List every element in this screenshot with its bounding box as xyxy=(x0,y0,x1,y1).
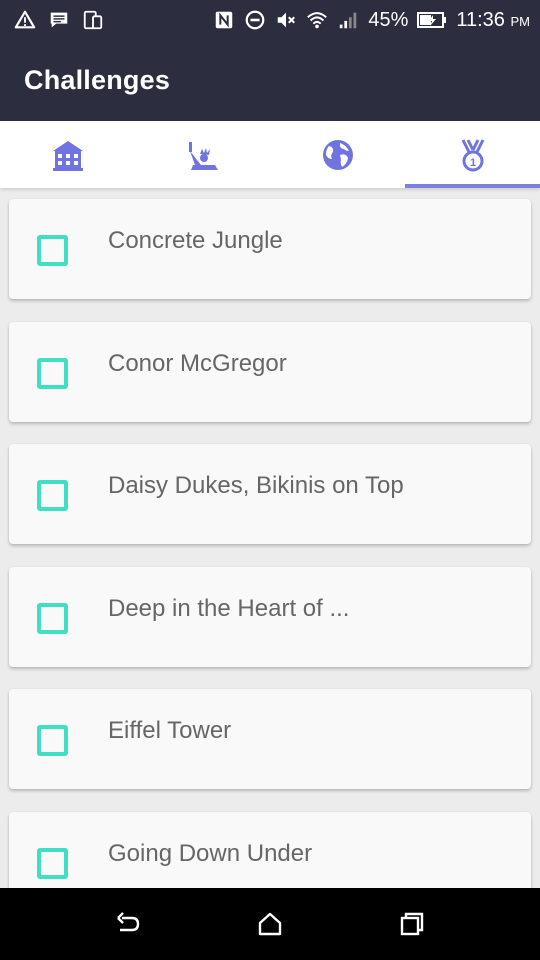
clock-ampm: PM xyxy=(510,13,531,29)
recents-button[interactable] xyxy=(341,910,483,938)
device-icon xyxy=(82,9,104,31)
battery-percent: 45% xyxy=(368,8,409,31)
tab-world[interactable] xyxy=(270,121,405,188)
tab-landmarks[interactable] xyxy=(135,121,270,188)
challenge-label: Eiffel Tower xyxy=(108,717,232,744)
challenge-checkbox[interactable] xyxy=(37,358,68,389)
challenge-card[interactable]: Eiffel Tower xyxy=(9,689,531,789)
home-icon xyxy=(258,912,282,936)
globe-icon xyxy=(322,139,353,170)
medal-icon: 1 xyxy=(461,138,484,171)
challenge-checkbox[interactable] xyxy=(37,235,68,266)
alert-icon xyxy=(14,9,36,31)
back-button[interactable] xyxy=(57,910,199,938)
challenge-label: Conor McGregor xyxy=(108,350,287,377)
challenge-checkbox[interactable] xyxy=(37,725,68,756)
challenge-card[interactable]: Conor McGregor xyxy=(9,322,531,422)
signal-icon xyxy=(337,9,359,31)
clock: 11:36 PM xyxy=(456,9,530,32)
statue-of-liberty-icon xyxy=(188,141,218,170)
challenge-card[interactable]: Going Down Under xyxy=(9,812,531,888)
page-title: Challenges xyxy=(24,65,171,95)
system-nav-bar xyxy=(0,888,540,960)
dnd-icon xyxy=(244,9,266,31)
challenge-label: Daisy Dukes, Bikinis on Top xyxy=(108,472,404,499)
nfc-icon xyxy=(213,9,235,31)
clock-time: 11:36 xyxy=(456,8,505,31)
message-icon xyxy=(48,9,70,31)
tab-achievements[interactable]: 1 xyxy=(405,121,540,188)
challenge-label: Going Down Under xyxy=(108,840,313,867)
challenge-checkbox[interactable] xyxy=(37,480,68,511)
recents-icon xyxy=(400,912,424,936)
tab-buildings[interactable] xyxy=(0,121,135,188)
back-icon xyxy=(117,912,140,932)
wifi-icon xyxy=(306,9,328,31)
challenge-checkbox[interactable] xyxy=(37,848,68,879)
challenge-checkbox[interactable] xyxy=(37,603,68,634)
app-bar: Challenges xyxy=(0,40,540,121)
challenge-label: Concrete Jungle xyxy=(108,227,283,254)
building-icon xyxy=(52,140,83,171)
challenge-card[interactable]: Daisy Dukes, Bikinis on Top xyxy=(9,444,531,544)
svg-text:1: 1 xyxy=(469,157,475,169)
status-bar: 45% 11:36 PM xyxy=(0,0,540,40)
home-button[interactable] xyxy=(199,910,341,938)
challenge-list: Concrete Jungle Conor McGregor Daisy Duk… xyxy=(0,188,540,888)
category-tabs: 1 xyxy=(0,121,540,188)
mute-icon xyxy=(275,9,297,31)
battery-icon xyxy=(417,9,447,31)
challenge-card[interactable]: Concrete Jungle xyxy=(9,199,531,299)
challenge-card[interactable]: Deep in the Heart of ... xyxy=(9,567,531,667)
challenge-label: Deep in the Heart of ... xyxy=(108,595,350,622)
